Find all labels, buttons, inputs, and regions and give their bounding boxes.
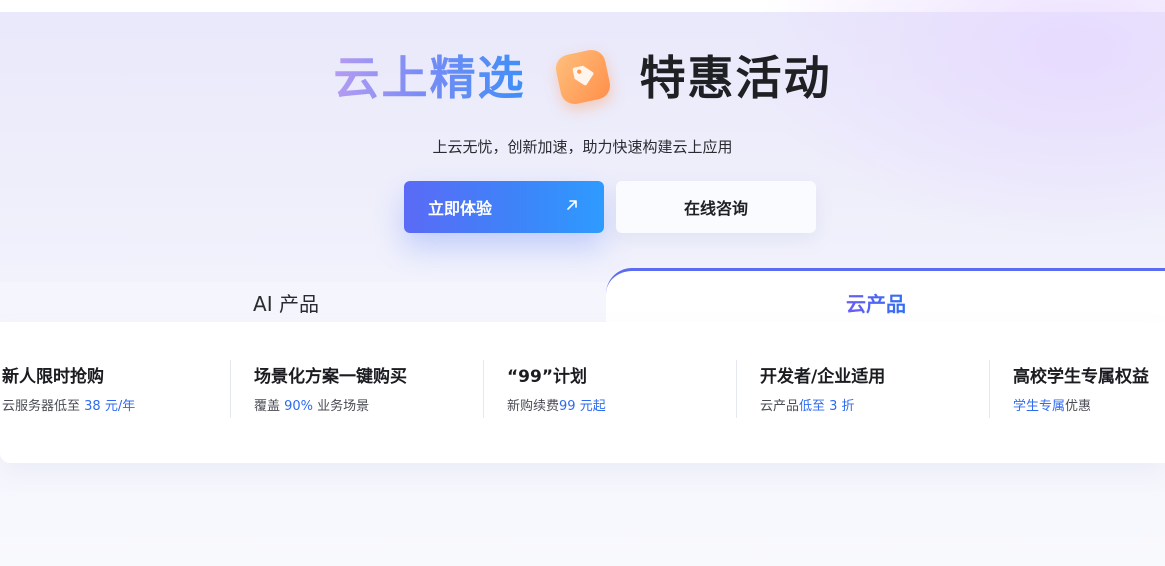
promo-page: 云上精选 特惠活动 上云无忧，创新加速，助力快速构建云上应用 立即体验 在线咨询… xyxy=(0,0,1165,566)
online-consult-label: 在线咨询 xyxy=(683,199,748,218)
offer-card-title: 高校学生专属权益 xyxy=(1013,367,1149,387)
arrow-up-right-icon xyxy=(564,197,580,217)
offer-card-desc: 云产品低至 3 折 xyxy=(760,399,855,414)
offer-card-desc: 学生专属优惠 xyxy=(1013,399,1092,414)
offer-card-99-plan[interactable]: “99”计划 新购续费99 元起 xyxy=(507,362,606,422)
offer-card-title: 开发者/企业适用 xyxy=(760,367,886,387)
offer-card-title: 场景化方案一键购买 xyxy=(254,367,407,387)
card-divider xyxy=(736,360,737,418)
offer-card-desc: 新购续费99 元起 xyxy=(507,399,606,414)
offer-card-title: “99”计划 xyxy=(507,367,588,387)
hero-title-dark: 特惠活动 xyxy=(639,51,832,105)
hero-subtitle: 上云无忧，创新加速，助力快速构建云上应用 xyxy=(432,138,733,156)
online-consult-button[interactable]: 在线咨询 xyxy=(616,181,816,233)
tab-ai-products-label: AI 产品 xyxy=(253,291,319,316)
card-divider xyxy=(989,360,990,418)
offer-card-scenario[interactable]: 场景化方案一键购买 覆盖 90% 业务场景 xyxy=(254,362,407,422)
tab-ai-products[interactable]: AI 产品 xyxy=(0,282,612,322)
hero-title: 云上精选 特惠活动 xyxy=(0,40,1165,110)
offer-card-developer[interactable]: 开发者/企业适用 云产品低至 3 折 xyxy=(760,362,885,422)
price-tag-icon xyxy=(552,47,613,107)
offer-card-desc: 覆盖 90% 业务场景 xyxy=(254,399,370,414)
try-now-button[interactable]: 立即体验 xyxy=(404,181,604,233)
offer-card-title: 新人限时抢购 xyxy=(2,367,104,387)
tab-cloud-products-label: 云产品 xyxy=(846,288,906,317)
offer-card-newcomer[interactable]: 新人限时抢购 云服务器低至 38 元/年 xyxy=(2,362,135,422)
hero-title-gradient: 云上精选 xyxy=(334,42,526,108)
offer-card-desc: 云服务器低至 38 元/年 xyxy=(2,399,136,414)
offer-card-student[interactable]: 高校学生专属权益 学生专属优惠 xyxy=(1013,362,1149,422)
try-now-label: 立即体验 xyxy=(428,199,493,218)
offer-panel: 新人限时抢购 云服务器低至 38 元/年 场景化方案一键购买 覆盖 90% 业务… xyxy=(0,322,1165,463)
card-divider xyxy=(230,360,231,418)
card-divider xyxy=(483,360,484,418)
